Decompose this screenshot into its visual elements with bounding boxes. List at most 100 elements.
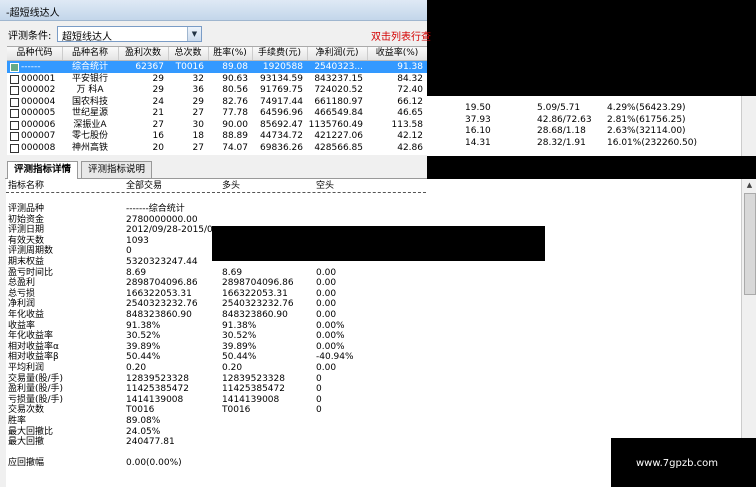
col-code[interactable]: 品种代码 [7,47,63,60]
metric-name: 相对收益率α [8,341,59,352]
detail-row: 初始资金 2780000000.00 [6,215,427,226]
metric-long: 1414139008 [222,394,280,405]
cell-name: 深振业A [73,119,107,130]
scroll-thumb[interactable] [744,193,756,295]
metric-long: 2898704096.86 [222,278,294,289]
metric-short: 0.00% [316,341,345,352]
table-row[interactable]: 000002 万 科A 29 36 80.56 91769.75 724020.52 72.4… [7,84,427,96]
cell-profit: 1135760.49 [308,119,363,130]
table-row[interactable]: 000006 深振业A 27 30 90.00 85692.47 1135760.49 113… [7,119,427,131]
extra-col-c: 2.81%(61756.25) [607,114,686,125]
cell-win: 62367 [135,62,164,72]
row-checkbox[interactable] [10,132,19,141]
row-checkbox[interactable] [10,63,19,72]
scroll-up-icon[interactable]: ▲ [742,179,756,191]
table-row[interactable]: 000005 世纪星源 21 27 77.78 64596.96 466549.84 46.6… [7,107,427,119]
cell-name: 世纪星源 [71,108,108,118]
col-total[interactable]: 总次数 [168,47,209,60]
metric-all: 0.20 [126,363,147,373]
chevron-down-icon[interactable]: ▼ [187,27,201,41]
table-row[interactable]: 000001 平安银行 29 32 90.63 93134.59 843237.15 84.3… [7,73,427,85]
metric-all: 2898704096.86 [126,278,198,289]
cell-ret: 42.12 [397,131,423,141]
grid-scrollbar[interactable] [741,96,756,156]
metric-all: 2540323232.76 [126,299,198,310]
metric-name: 最大回撤比 [8,426,54,437]
cell-total: 18 [192,131,204,141]
cell-total: 27 [192,142,204,153]
table-row[interactable]: 000007 零七股份 16 18 88.89 44734.72 421227.06 42.1… [7,130,427,142]
row-checkbox[interactable] [10,120,19,130]
cell-fee: 69836.26 [260,142,303,153]
metric-all: 1414139008 [126,394,184,405]
cell-ret: 72.40 [397,85,423,95]
metric-all: 50.44% [126,352,161,363]
col-name[interactable]: 品种名称 [62,47,119,60]
col-fee[interactable]: 手续费(元) [252,47,308,60]
metric-short: 0 [316,384,322,395]
metric-name: 相对收益率β [8,352,59,363]
row-checkbox[interactable] [10,74,19,84]
metric-long: 848323860.90 [222,310,288,320]
results-grid[interactable]: 品种代码 品种名称 盈利次数 总次数 胜率(%) 手续费(元) 净利润(元) 收… [7,46,427,155]
metric-all: 240477.81 [126,437,175,448]
metric-short: 0.00% [316,331,345,342]
cell-name: 综合统计 [71,62,108,72]
col-rate[interactable]: 胜率(%) [208,47,253,60]
cell-profit: 843237.15 [314,73,363,84]
tab-explain[interactable]: 评测指标说明 [81,161,153,178]
cell-rate: 89.08 [222,62,248,72]
cell-name: 万 科A [76,85,104,95]
extra-col-a: 19.50 [465,103,491,113]
row-checkbox[interactable] [10,86,19,95]
tab-detail[interactable]: 评测指标详情 [7,161,79,179]
col-profit[interactable]: 净利润(元) [307,47,368,60]
col-return[interactable]: 收益率(%) [367,47,427,60]
table-row[interactable]: 000008 神州高铁 20 27 74.07 69836.26 428566.85 42.8… [7,142,427,154]
metric-all: 2780000000.00 [126,214,198,225]
cell-win: 21 [152,108,164,118]
detail-row: 收益率 91.38% 91.38% 0.00% [6,321,427,332]
cell-win: 29 [152,85,164,95]
metric-name: 年化收益率 [8,331,54,342]
cell-win: 20 [152,142,164,153]
row-checkbox[interactable] [10,97,19,107]
metric-long: 30.52% [222,331,257,342]
extra-col-b: 42.86/72.63 [537,114,592,125]
metric-all: 39.89% [126,341,161,352]
detail-row: 胜率 89.08% [6,416,427,427]
metric-all: 24.05% [126,426,161,437]
metric-name: 年化收益 [8,310,45,320]
title-bar: -超短线达人 [0,0,427,21]
metric-name: 评测品种 [8,204,45,214]
cell-name: 零七股份 [71,131,108,141]
table-row[interactable]: ------ 综合统计 62367 T0016 89.08 1920588 2540323.… [7,61,427,73]
cell-rate: 90.00 [222,119,248,130]
cell-profit: 2540323... [314,62,363,72]
condition-select[interactable]: 超短线达人 ▼ [57,26,202,43]
metric-long: 8.69 [222,267,243,278]
row-checkbox[interactable] [10,109,19,118]
extra-col-c: 2.63%(32114.00) [607,126,686,136]
extra-col-c: 16.01%(232260.50) [607,137,698,148]
detail-row: 盈亏时间比 8.69 8.69 0.00 [6,268,427,279]
cell-rate: 90.63 [222,73,248,84]
cell-total: 27 [192,108,204,118]
metric-name: 盈利量(股/手) [8,384,64,395]
watermark-text: www.7gpzb.com [636,458,718,469]
cell-profit: 661180.97 [314,96,363,107]
col-win[interactable]: 盈利次数 [118,47,169,60]
row-checkbox[interactable] [10,143,19,153]
metric-long: 50.44% [222,352,257,363]
table-row[interactable]: 000004 国农科技 24 29 82.76 74917.44 661180.97 66.1… [7,96,427,108]
cell-name: 国农科技 [71,96,108,107]
metric-name: 评测日期 [8,225,45,236]
metric-all: 0.00(0.00%) [126,458,182,469]
metric-long: 91.38% [222,320,257,331]
metric-name: 期末权益 [8,257,45,267]
redaction-block [212,226,545,261]
detail-row: 交易量(股/手) 12839523328 12839523328 0 [6,374,427,385]
metric-name: 应回撤幅 [8,458,45,469]
extra-col-b: 5.09/5.71 [537,103,581,113]
metric-name: 评测周期数 [8,246,54,257]
